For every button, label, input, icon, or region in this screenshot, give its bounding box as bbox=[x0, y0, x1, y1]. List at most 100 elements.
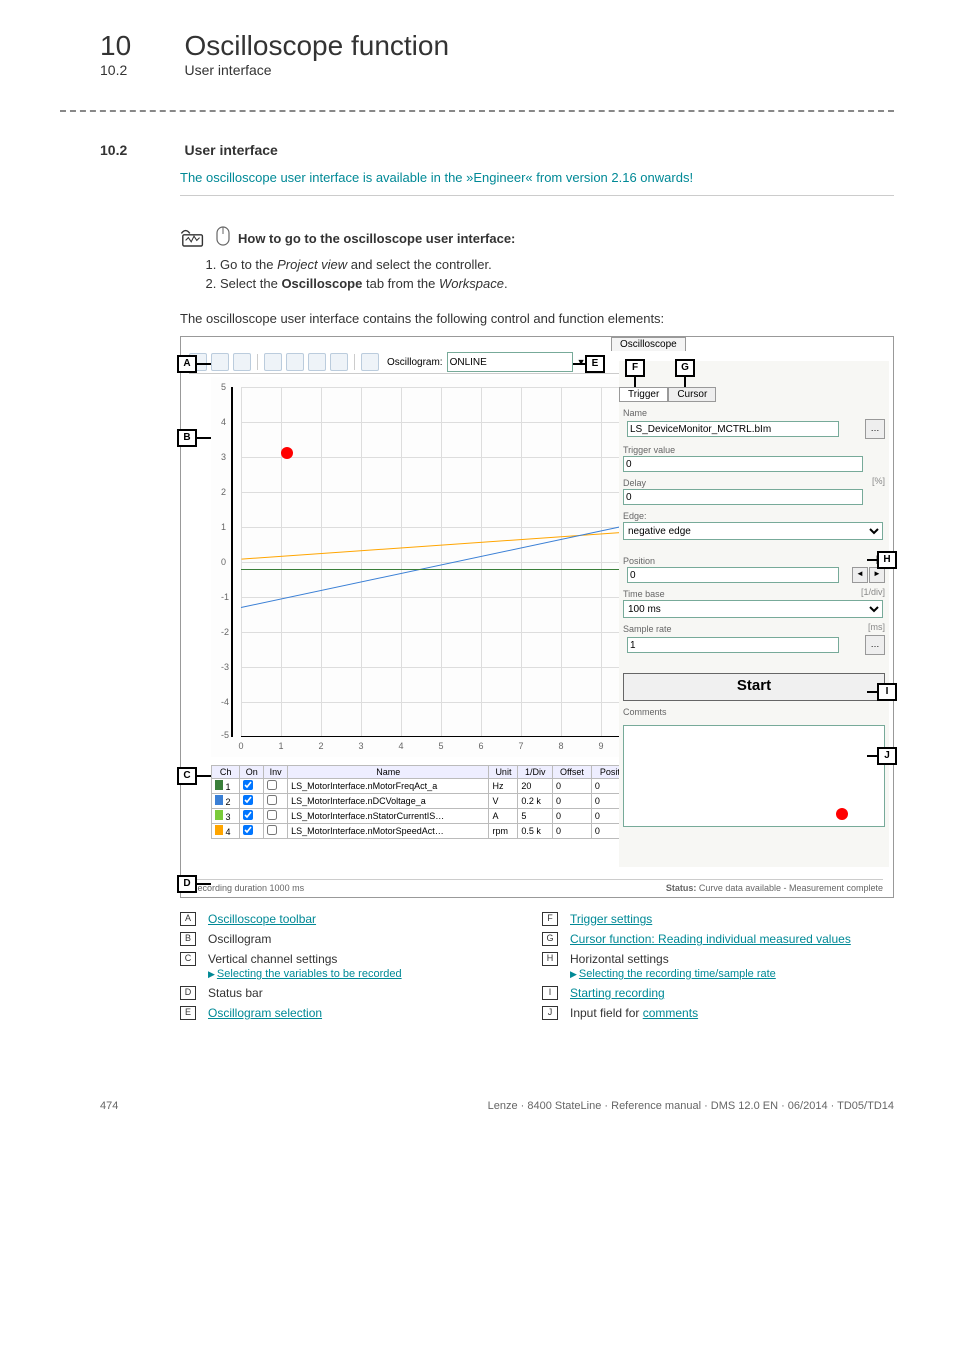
name-label: Name bbox=[623, 408, 885, 418]
legend-H-sublink[interactable]: Selecting the recording time/sample rate bbox=[579, 968, 776, 980]
legend-B-text: Oscillogram bbox=[208, 932, 271, 946]
toolbar-print-icon[interactable] bbox=[286, 353, 304, 371]
legend-D-box: D bbox=[180, 986, 196, 1000]
delay-input[interactable] bbox=[623, 489, 863, 505]
legend-E-box: E bbox=[180, 1006, 196, 1020]
chart-marker-dot bbox=[281, 447, 293, 459]
channel-inv-checkbox[interactable] bbox=[267, 795, 277, 805]
samplerate-browse-button[interactable]: … bbox=[865, 635, 885, 655]
channel-inv-checkbox[interactable] bbox=[267, 780, 277, 790]
callout-B: B bbox=[177, 429, 211, 447]
samplerate-label: Sample rate bbox=[623, 624, 672, 634]
toolbar-settings-icon[interactable] bbox=[361, 353, 379, 371]
legend-J-prefix: Input field for bbox=[570, 1006, 643, 1020]
legend-F-link[interactable]: Trigger settings bbox=[570, 912, 652, 926]
legend-B-box: B bbox=[180, 932, 196, 946]
toolbar-zoom-icon[interactable] bbox=[308, 353, 326, 371]
callout-E: E bbox=[573, 355, 605, 373]
start-button[interactable]: Start bbox=[623, 673, 885, 701]
channel-inv-checkbox[interactable] bbox=[267, 810, 277, 820]
legend-C-box: C bbox=[180, 952, 196, 966]
timebase-select[interactable]: 100 ms bbox=[623, 600, 883, 618]
toolbar-fit-icon[interactable] bbox=[330, 353, 348, 371]
legend-A-box: A bbox=[180, 912, 196, 926]
tab-oscilloscope[interactable]: Oscilloscope bbox=[611, 337, 686, 351]
legend-H-text: Horizontal settings bbox=[570, 952, 669, 966]
oscillogram-select[interactable] bbox=[447, 352, 573, 372]
callout-J: J bbox=[867, 747, 897, 765]
channel-table: ChOnInvNameUnit1/DivOffsetPosition 1LS_M… bbox=[211, 765, 641, 839]
position-label: Position bbox=[623, 556, 655, 566]
callout-F: F bbox=[625, 359, 645, 387]
legend-H-box: H bbox=[542, 952, 558, 966]
right-panel: F G Trigger Cursor Name … Trigger value … bbox=[619, 361, 889, 867]
callout-A: A bbox=[177, 355, 211, 373]
legend-C-sublink[interactable]: Selecting the variables to be recorded bbox=[217, 968, 402, 980]
footer-text: Lenze · 8400 StateLine · Reference manua… bbox=[488, 1100, 894, 1112]
channel-inv-checkbox[interactable] bbox=[267, 825, 277, 835]
page-number: 474 bbox=[100, 1100, 118, 1112]
callout-G: G bbox=[675, 359, 695, 387]
samplerate-input[interactable] bbox=[627, 637, 839, 653]
oscillogram-label: Oscillogram: bbox=[387, 357, 443, 368]
availability-note: The oscilloscope user interface is avail… bbox=[180, 170, 894, 196]
comments-marker-dot bbox=[836, 808, 848, 820]
channel-on-checkbox[interactable] bbox=[243, 795, 253, 805]
chapter-number: 10 bbox=[100, 30, 180, 62]
oscilloscope-ui: Oscilloscope A B C D E H I J Os bbox=[180, 336, 894, 898]
section-number: 10.2 bbox=[100, 142, 180, 158]
trigger-name-input[interactable] bbox=[627, 421, 839, 437]
position-input[interactable] bbox=[627, 567, 839, 583]
table-row[interactable]: 4LS_MotorInterface.nMotorSpeedAct…rpm0.5… bbox=[212, 824, 641, 839]
table-row[interactable]: 3LS_MotorInterface.nStatorCurrentIS…A500 bbox=[212, 809, 641, 824]
toolbar-clipboard-icon[interactable] bbox=[264, 353, 282, 371]
legend-G-box: G bbox=[542, 932, 558, 946]
legend-F-box: F bbox=[542, 912, 558, 926]
comments-input[interactable] bbox=[623, 725, 885, 827]
divider bbox=[60, 110, 894, 112]
howto-title: How to go to the oscilloscope user inter… bbox=[238, 231, 515, 246]
timebase-label: Time base bbox=[623, 589, 665, 599]
table-row[interactable]: 1LS_MotorInterface.nMotorFreqAct_aHz2000 bbox=[212, 779, 641, 794]
browse-button[interactable]: … bbox=[865, 419, 885, 439]
edge-label: Edge: bbox=[623, 511, 885, 521]
callout-C: C bbox=[177, 767, 211, 785]
tab-cursor[interactable]: Cursor bbox=[668, 387, 716, 402]
section-number-small: 10.2 bbox=[100, 62, 180, 78]
oscillogram-chart: 5 4 3 2 1 0 -1 -2 -3 -4 -5 0 1 2 3 4 5 6… bbox=[211, 377, 641, 757]
legend-I-link[interactable]: Starting recording bbox=[570, 986, 665, 1000]
legend-J-link[interactable]: comments bbox=[643, 1006, 698, 1020]
status-bar: Recording duration 1000 ms Status: Curve… bbox=[191, 879, 883, 893]
channel-on-checkbox[interactable] bbox=[243, 810, 253, 820]
channel-on-checkbox[interactable] bbox=[243, 780, 253, 790]
section-title-small: User interface bbox=[184, 62, 271, 78]
howto-steps: Go to the Project view and select the co… bbox=[200, 257, 894, 291]
intro-text: The oscilloscope user interface contains… bbox=[180, 311, 894, 326]
legend-I-box: I bbox=[542, 986, 558, 1000]
page-footer: 474 Lenze · 8400 StateLine · Reference m… bbox=[100, 1100, 894, 1112]
legend-A-link[interactable]: Oscilloscope toolbar bbox=[208, 912, 316, 926]
toolbar-save-icon[interactable] bbox=[211, 353, 229, 371]
step-1: Go to the Project view and select the co… bbox=[220, 257, 894, 272]
legend-D-text: Status bar bbox=[208, 986, 263, 1000]
callout-H: H bbox=[867, 551, 897, 569]
legend-E-link[interactable]: Oscillogram selection bbox=[208, 1006, 322, 1020]
callout-I: I bbox=[867, 683, 897, 701]
trigger-value-input[interactable] bbox=[623, 456, 863, 472]
position-right-button[interactable]: ► bbox=[869, 567, 885, 583]
legend-G-link[interactable]: Cursor function: Reading individual meas… bbox=[570, 932, 851, 946]
tab-trigger[interactable]: Trigger bbox=[619, 387, 668, 402]
delay-label: Delay bbox=[623, 478, 646, 488]
callout-D: D bbox=[177, 875, 211, 893]
toolbar-disk-icon[interactable] bbox=[233, 353, 251, 371]
table-row[interactable]: 2LS_MotorInterface.nDCVoltage_aV0.2 k00 bbox=[212, 794, 641, 809]
chapter-title: Oscilloscope function bbox=[184, 30, 449, 62]
legend-C-text: Vertical channel settings bbox=[208, 952, 337, 966]
channel-on-checkbox[interactable] bbox=[243, 825, 253, 835]
step-2: Select the Oscilloscope tab from the Wor… bbox=[220, 276, 894, 291]
trigger-value-label: Trigger value bbox=[623, 445, 885, 455]
position-left-button[interactable]: ◄ bbox=[852, 567, 868, 583]
comments-label: Comments bbox=[623, 707, 885, 717]
oscilloscope-icon bbox=[180, 229, 208, 249]
edge-select[interactable]: negative edge bbox=[623, 522, 883, 540]
